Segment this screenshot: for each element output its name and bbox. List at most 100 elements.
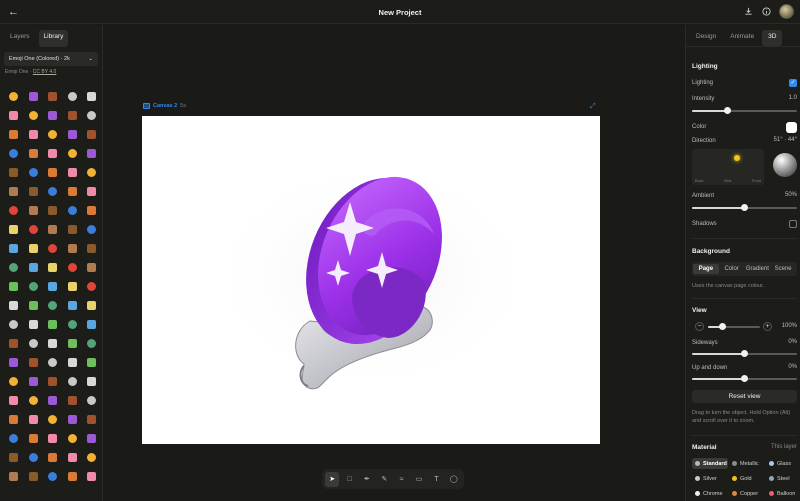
emoji-item[interactable] xyxy=(24,163,44,182)
license-link[interactable]: CC BY 4.0 xyxy=(33,69,57,75)
emoji-item[interactable] xyxy=(4,391,24,410)
emoji-item[interactable] xyxy=(82,467,102,486)
emoji-item[interactable] xyxy=(63,353,83,372)
material-glass[interactable]: Glass xyxy=(766,458,800,469)
emoji-item[interactable] xyxy=(82,334,102,353)
emoji-item[interactable] xyxy=(82,239,102,258)
bg-option-gradient[interactable]: Gradient xyxy=(745,264,771,274)
emoji-item[interactable] xyxy=(43,448,63,467)
emoji-item[interactable] xyxy=(63,239,83,258)
pencil-icon[interactable]: ✎ xyxy=(377,472,391,487)
emoji-item[interactable] xyxy=(43,87,63,106)
tab-3d[interactable]: 3D xyxy=(762,30,783,46)
emoji-item[interactable] xyxy=(82,201,102,220)
emoji-item[interactable] xyxy=(63,372,83,391)
emoji-item[interactable] xyxy=(82,315,102,334)
emoji-item[interactable] xyxy=(43,277,63,296)
emoji-item[interactable] xyxy=(4,296,24,315)
emoji-item[interactable] xyxy=(82,391,102,410)
emoji-item[interactable] xyxy=(82,353,102,372)
emoji-item[interactable] xyxy=(63,258,83,277)
emoji-item[interactable] xyxy=(82,144,102,163)
emoji-item[interactable] xyxy=(4,182,24,201)
emoji-item[interactable] xyxy=(63,429,83,448)
emoji-item[interactable] xyxy=(63,125,83,144)
emoji-item[interactable] xyxy=(24,125,44,144)
emoji-item[interactable] xyxy=(82,277,102,296)
tab-design[interactable]: Design xyxy=(690,30,722,46)
tab-animate[interactable]: Animate xyxy=(724,30,760,46)
material-gold[interactable]: Gold xyxy=(729,473,765,484)
emoji-item[interactable] xyxy=(4,372,24,391)
material-steel[interactable]: Steel xyxy=(766,473,800,484)
emoji-item[interactable] xyxy=(43,296,63,315)
emoji-item[interactable] xyxy=(43,201,63,220)
emoji-item[interactable] xyxy=(63,277,83,296)
emoji-item[interactable] xyxy=(63,182,83,201)
canvas[interactable] xyxy=(142,116,600,444)
emoji-item[interactable] xyxy=(4,87,24,106)
brush-icon[interactable]: ≈ xyxy=(395,472,409,487)
expand-icon[interactable]: ⤢ xyxy=(590,103,596,111)
emoji-item[interactable] xyxy=(4,315,24,334)
light-color-swatch[interactable] xyxy=(786,122,797,133)
emoji-item[interactable] xyxy=(24,258,44,277)
info-icon[interactable] xyxy=(761,7,771,17)
emoji-item[interactable] xyxy=(43,106,63,125)
emoji-item[interactable] xyxy=(24,372,44,391)
emoji-item[interactable] xyxy=(4,220,24,239)
emoji-item[interactable] xyxy=(24,182,44,201)
emoji-item[interactable] xyxy=(24,391,44,410)
emoji-item[interactable] xyxy=(82,163,102,182)
frame-icon[interactable]: □ xyxy=(342,472,356,487)
sideways-slider[interactable] xyxy=(692,350,797,357)
emoji-item[interactable] xyxy=(43,353,63,372)
emoji-item[interactable] xyxy=(43,391,63,410)
material-metallic[interactable]: Metallic xyxy=(729,458,765,469)
emoji-item[interactable] xyxy=(43,258,63,277)
emoji-item[interactable] xyxy=(63,87,83,106)
emoji-item[interactable] xyxy=(24,277,44,296)
emoji-item[interactable] xyxy=(82,125,102,144)
emoji-item[interactable] xyxy=(43,163,63,182)
download-icon[interactable] xyxy=(743,7,753,17)
light-handle[interactable] xyxy=(734,155,740,161)
emoji-item[interactable] xyxy=(4,258,24,277)
emoji-set-dropdown[interactable]: Emoji One (Colored) · 2k ⌄ xyxy=(4,52,98,66)
emoji-item[interactable] xyxy=(82,296,102,315)
emoji-item[interactable] xyxy=(24,220,44,239)
emoji-item[interactable] xyxy=(63,106,83,125)
emoji-item[interactable] xyxy=(4,277,24,296)
reset-view-button[interactable]: Reset view xyxy=(692,390,797,403)
pointer-icon[interactable]: ➤ xyxy=(325,471,340,487)
zoom-slider[interactable] xyxy=(708,323,760,330)
emoji-item[interactable] xyxy=(4,334,24,353)
emoji-item[interactable] xyxy=(24,410,44,429)
emoji-item[interactable] xyxy=(24,448,44,467)
emoji-item[interactable] xyxy=(43,429,63,448)
emoji-item[interactable] xyxy=(63,315,83,334)
tab-layers[interactable]: Layers xyxy=(5,30,35,47)
emoji-item[interactable] xyxy=(63,201,83,220)
emoji-item[interactable] xyxy=(43,372,63,391)
emoji-item[interactable] xyxy=(24,201,44,220)
eraser-icon[interactable]: ▭ xyxy=(412,472,426,487)
shadows-checkbox[interactable] xyxy=(789,220,797,228)
text-icon[interactable]: T xyxy=(429,472,443,487)
emoji-item[interactable] xyxy=(82,372,102,391)
emoji-item[interactable] xyxy=(63,410,83,429)
bg-option-scene[interactable]: Scene xyxy=(770,264,796,274)
emoji-item[interactable] xyxy=(4,125,24,144)
emoji-item[interactable] xyxy=(4,410,24,429)
emoji-item[interactable] xyxy=(82,410,102,429)
emoji-item[interactable] xyxy=(82,448,102,467)
emoji-item[interactable] xyxy=(24,334,44,353)
emoji-item[interactable] xyxy=(43,239,63,258)
emoji-item[interactable] xyxy=(43,125,63,144)
emoji-item[interactable] xyxy=(24,467,44,486)
emoji-item[interactable] xyxy=(24,315,44,334)
emoji-item[interactable] xyxy=(4,106,24,125)
zoom-in-button[interactable]: + xyxy=(763,322,772,331)
material-standard[interactable]: Standard xyxy=(692,458,728,469)
material-copper[interactable]: Copper xyxy=(729,488,765,499)
